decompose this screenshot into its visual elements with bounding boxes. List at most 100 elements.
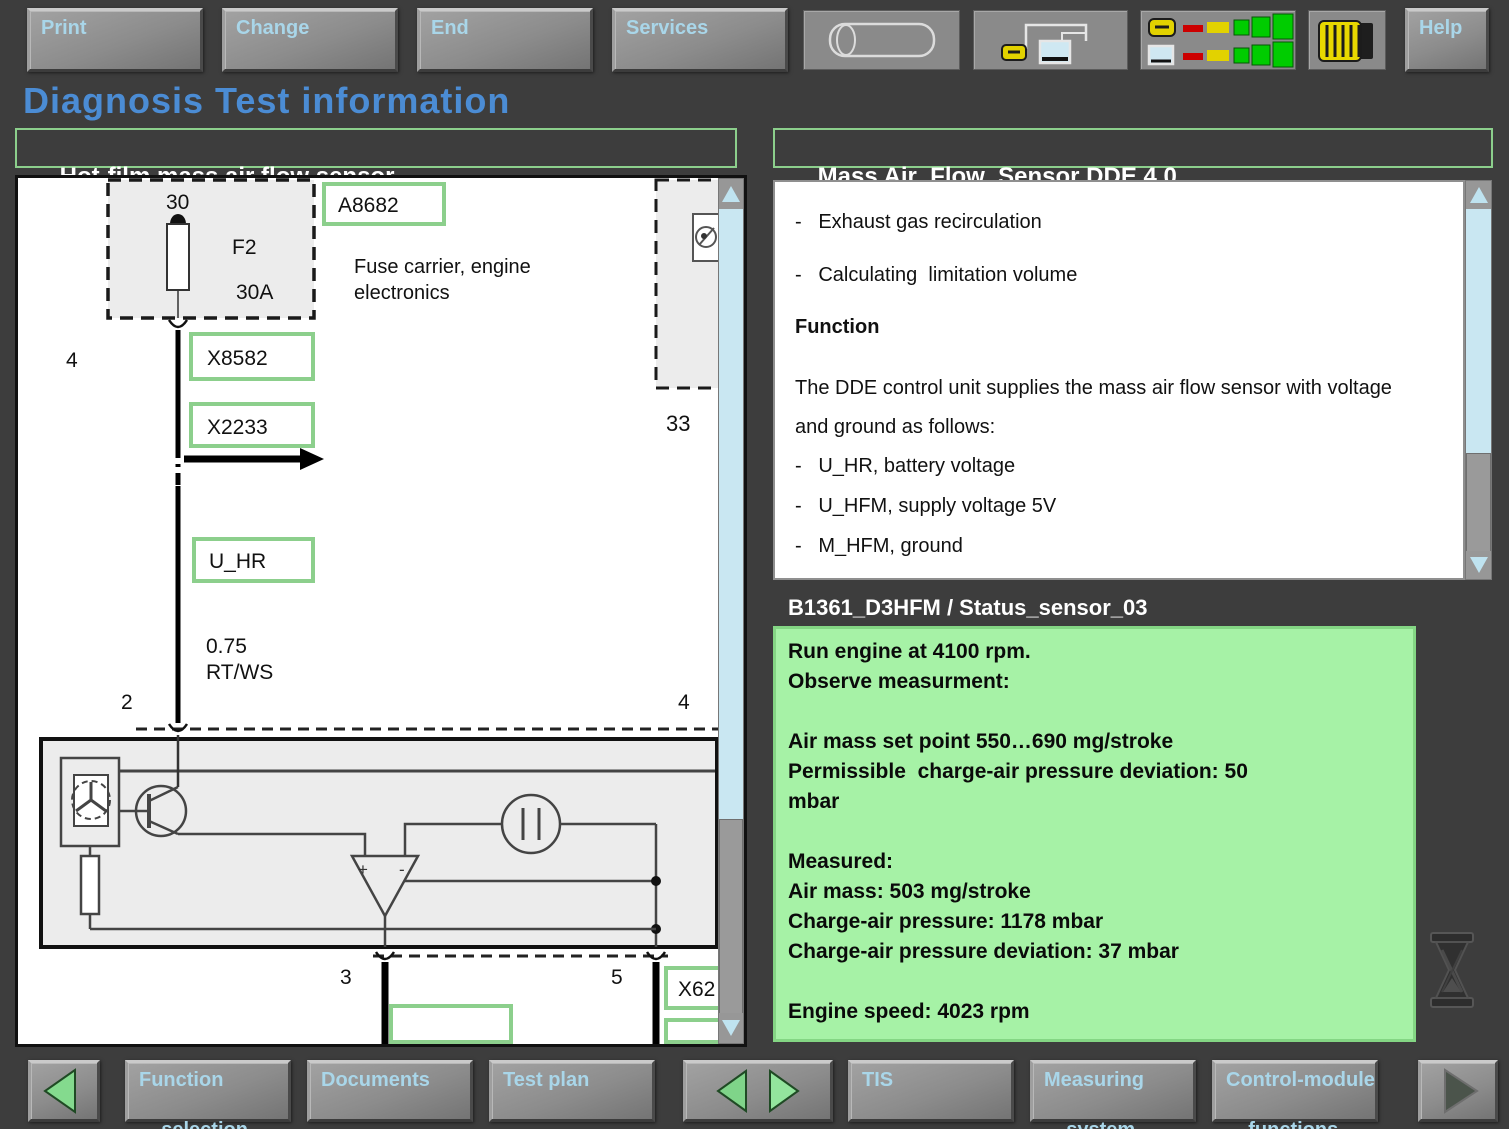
diagram-scrollbar-thumb[interactable] bbox=[719, 819, 743, 1015]
info-line: - U_HFM, supply voltage 5V bbox=[795, 496, 1463, 516]
page-title: Diagnosis Test information bbox=[23, 80, 510, 122]
connector-status-icon-button[interactable] bbox=[1140, 10, 1296, 70]
info-line-function: Function bbox=[795, 317, 1463, 337]
pin-4-right-label: 4 bbox=[678, 691, 690, 714]
connector-x2233-label: X2233 bbox=[207, 416, 268, 439]
terminal-30-label: 30 bbox=[166, 191, 189, 214]
fuse-name-label: F2 bbox=[232, 236, 257, 259]
scroll-up-icon bbox=[1470, 187, 1488, 203]
connector-hook-pin3 bbox=[376, 952, 394, 959]
info-line: - U_HR, battery voltage bbox=[795, 456, 1463, 476]
info-line: The DDE control unit supplies the mass a… bbox=[795, 378, 1463, 398]
status-line: Permissible charge-air pressure deviatio… bbox=[788, 757, 1401, 787]
status-line: Measured: bbox=[788, 847, 1401, 877]
status-line: Run engine at 4100 rpm. bbox=[788, 637, 1401, 667]
function-selection-button[interactable]: Function selection bbox=[125, 1060, 291, 1122]
signal-u-hr-label: U_HR bbox=[209, 550, 266, 573]
connector-label-box-empty bbox=[391, 1006, 511, 1042]
pin-4-left-label: 4 bbox=[66, 349, 78, 372]
status-line: Engine speed: 4023 rpm bbox=[788, 997, 1401, 1027]
connector-status-icon bbox=[1141, 11, 1295, 69]
nav-forward-button[interactable] bbox=[1418, 1060, 1498, 1122]
test-plan-button-label: Test plan bbox=[503, 1068, 589, 1093]
pin-33-label: 33 bbox=[666, 411, 690, 436]
status-line: Observe measurment: bbox=[788, 667, 1401, 697]
fuse-carrier-desc-line2: electronics bbox=[354, 282, 450, 304]
connector-screen-icon-button[interactable] bbox=[973, 10, 1128, 70]
wiring-diagram-panel: 33 30 F2 30A A8682 Fuse carrier, engine … bbox=[15, 175, 747, 1047]
fuse-carrier-desc-line1: Fuse carrier, engine bbox=[354, 256, 531, 278]
status-line bbox=[788, 817, 1401, 847]
end-button-label: End bbox=[431, 16, 469, 41]
info-scroll-up-button[interactable] bbox=[1466, 181, 1491, 209]
control-module-functions-button[interactable]: Control-module functions bbox=[1212, 1060, 1378, 1122]
status-line: Air mass set point 550…690 mg/stroke bbox=[788, 727, 1401, 757]
right-panel-header: Mass Air Flow Sensor DDE 4.0 bbox=[773, 128, 1493, 168]
sensor-internal-schematic bbox=[41, 735, 717, 947]
scroll-down-icon bbox=[722, 1020, 740, 1036]
hourglass-icon bbox=[1422, 930, 1482, 1015]
opamp-minus-label: - bbox=[399, 860, 405, 879]
connector-hook-pin5 bbox=[647, 952, 665, 959]
help-button-label: Help bbox=[1419, 16, 1462, 41]
wire-color-label: RT/WS bbox=[206, 661, 273, 684]
print-button-label: Print bbox=[41, 16, 87, 41]
application-window: Print Change End Services bbox=[0, 0, 1509, 1129]
change-button[interactable]: Change bbox=[222, 8, 398, 72]
tis-button[interactable]: TIS bbox=[848, 1060, 1014, 1122]
diagram-scrollbar[interactable] bbox=[718, 178, 744, 1044]
arrow-left-icon bbox=[31, 1063, 97, 1119]
wiring-diagram: 33 30 F2 30A A8682 Fuse carrier, engine … bbox=[18, 178, 744, 1044]
left-panel-header: Hot-film mass air flow sensor bbox=[15, 128, 737, 168]
fuse-carrier-box bbox=[108, 180, 314, 318]
pin-3-label: 3 bbox=[340, 966, 352, 989]
info-line: and ground as follows: bbox=[795, 417, 1463, 437]
control-module-label-line2: functions bbox=[1248, 1119, 1338, 1129]
services-button[interactable]: Services bbox=[612, 8, 788, 72]
help-button[interactable]: Help bbox=[1405, 8, 1489, 72]
pin-2-label: 2 bbox=[121, 691, 133, 714]
info-scroll-down-button[interactable] bbox=[1466, 551, 1491, 579]
tube-icon bbox=[804, 11, 959, 69]
status-line bbox=[788, 697, 1401, 727]
diagram-scroll-up-button[interactable] bbox=[719, 179, 743, 209]
diagram-scroll-down-button[interactable] bbox=[719, 1013, 743, 1043]
scroll-down-icon bbox=[1470, 557, 1488, 573]
pin-5-label: 5 bbox=[611, 966, 623, 989]
status-line bbox=[788, 967, 1401, 997]
opamp-plus-label: + bbox=[358, 860, 368, 879]
info-line: - Calculating limitation volume bbox=[795, 265, 1463, 285]
test-plan-button[interactable]: Test plan bbox=[489, 1060, 655, 1122]
plug-connector-icon bbox=[1309, 11, 1385, 69]
nav-back-button[interactable] bbox=[28, 1060, 100, 1122]
info-scrollbar-thumb[interactable] bbox=[1466, 453, 1491, 553]
info-line: - M_HFM, ground bbox=[795, 536, 1463, 556]
wire-size-label: 0.75 bbox=[206, 635, 247, 658]
function-selection-label-line2: selection bbox=[161, 1119, 248, 1129]
connector-x8582-label: X8582 bbox=[207, 347, 268, 370]
function-selection-label-line1: Function bbox=[139, 1069, 223, 1091]
status-line: Air mass: 503 mg/stroke bbox=[788, 877, 1401, 907]
fuse-carrier-code-label: A8682 bbox=[338, 194, 399, 217]
plug-connector-icon-button[interactable] bbox=[1308, 10, 1386, 70]
documents-button-label: Documents bbox=[321, 1068, 430, 1093]
fuse-rating-label: 30A bbox=[236, 281, 273, 304]
info-scrollbar[interactable] bbox=[1465, 180, 1492, 580]
end-button[interactable]: End bbox=[417, 8, 593, 72]
measuring-system-label-line2: system bbox=[1066, 1119, 1135, 1129]
connector-x62-label: X62 bbox=[678, 978, 715, 1001]
status-line: mbar bbox=[788, 787, 1401, 817]
change-button-label: Change bbox=[236, 16, 309, 41]
info-panel: - Exhaust gas recirculation - Calculatin… bbox=[773, 180, 1465, 580]
documents-button[interactable]: Documents bbox=[307, 1060, 473, 1122]
arrow-left-right-icon bbox=[686, 1063, 830, 1119]
measuring-system-button[interactable]: Measuring system bbox=[1030, 1060, 1196, 1122]
print-button[interactable]: Print bbox=[27, 8, 203, 72]
status-line: Charge-air pressure: 1178 mbar bbox=[788, 907, 1401, 937]
tube-icon-button[interactable] bbox=[803, 10, 960, 70]
scroll-up-icon bbox=[722, 186, 740, 202]
status-measurement-box: Run engine at 4100 rpm. Observe measurme… bbox=[773, 626, 1416, 1042]
status-header: B1361_D3HFM / Status_sensor_03 bbox=[788, 595, 1428, 621]
nav-prev-next-button[interactable] bbox=[683, 1060, 833, 1122]
measuring-system-label-line1: Measuring bbox=[1044, 1069, 1144, 1091]
